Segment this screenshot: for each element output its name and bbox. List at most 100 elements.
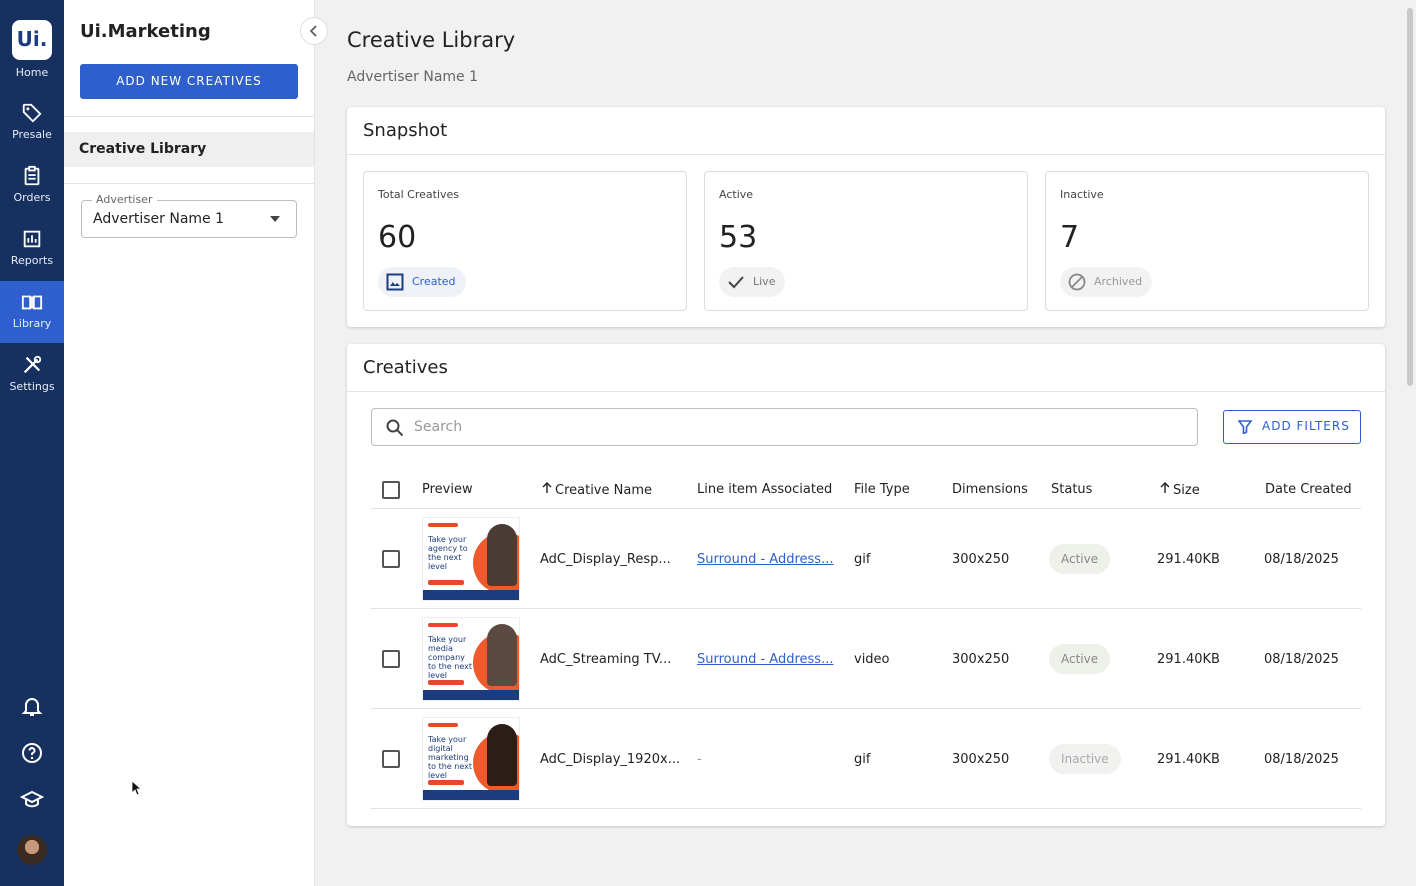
advertiser-select-label: Advertiser — [92, 193, 157, 206]
stat-chip-label: Created — [412, 275, 456, 288]
date-created: 08/18/2025 — [1264, 752, 1339, 767]
column-header-line-item: Line item Associated — [697, 482, 833, 497]
mouse-cursor-icon — [131, 780, 141, 796]
stat-chip: Live — [719, 267, 786, 297]
creative-name[interactable]: AdC_Streaming TV... — [540, 652, 671, 667]
row-divider — [371, 808, 1361, 809]
file-size: 291.40KB — [1157, 652, 1220, 667]
row-divider — [371, 708, 1361, 709]
creatives-title: Creatives — [363, 357, 448, 378]
thumb-footer — [423, 590, 519, 600]
secondary-sidebar: Ui.Marketing ADD NEW CREATIVES Creative … — [64, 0, 315, 886]
thumb-cta — [428, 780, 464, 785]
rail-item-label: Reports — [10, 254, 54, 267]
file-type: video — [854, 652, 890, 667]
thumb-cta — [428, 580, 464, 585]
thumb-brand — [428, 523, 458, 527]
dimensions: 300x250 — [952, 652, 1010, 667]
rail-item-label: Presale — [12, 128, 52, 141]
rail-item-reports[interactable]: Reports — [0, 222, 64, 284]
divider — [64, 116, 315, 117]
date-created: 08/18/2025 — [1264, 652, 1339, 667]
graduation-cap-icon[interactable] — [20, 788, 44, 812]
stat-label: Active — [719, 188, 754, 201]
creative-name[interactable]: AdC_Display_Resp... — [540, 552, 671, 567]
column-header-file-type: File Type — [854, 482, 910, 497]
chart-icon — [23, 230, 41, 248]
divider — [64, 183, 315, 184]
thumb-headline: Take your agency to the next level — [428, 535, 468, 571]
stat-card-active: Active 53 Live — [704, 171, 1028, 311]
thumb-footer — [423, 790, 519, 800]
image-icon — [386, 273, 404, 291]
clipboard-icon — [24, 165, 40, 186]
search-field[interactable] — [371, 408, 1198, 446]
search-icon — [386, 419, 404, 437]
thumb-headline: Take your digital marketing to the next … — [428, 735, 472, 780]
file-size: 291.40KB — [1157, 552, 1220, 567]
chevron-left-icon — [309, 25, 317, 37]
rail-item-orders[interactable]: Orders — [0, 159, 64, 221]
thumb-person — [487, 624, 517, 686]
app-rail: Ui. Home Presale Orders Reports Library … — [0, 0, 64, 886]
filter-icon — [1238, 420, 1252, 434]
thumb-person — [487, 724, 517, 786]
line-item-empty: - — [697, 752, 702, 767]
add-new-creatives-button[interactable]: ADD NEW CREATIVES — [80, 64, 298, 99]
column-header-creative-name[interactable]: Creative Name — [542, 482, 652, 498]
advertiser-select[interactable]: Advertiser Advertiser Name 1 — [81, 193, 297, 238]
sort-arrow-icon — [1160, 482, 1170, 493]
row-checkbox[interactable] — [382, 650, 400, 668]
page-scrollbar[interactable] — [1407, 8, 1413, 386]
stat-chip: Archived — [1060, 267, 1153, 297]
snapshot-header: Snapshot — [347, 107, 1385, 155]
stat-label: Inactive — [1060, 188, 1104, 201]
stat-value: 53 — [719, 220, 758, 255]
page-title: Creative Library — [347, 28, 516, 52]
collapse-sidebar-button[interactable] — [300, 17, 328, 45]
column-header-date-created: Date Created — [1265, 482, 1352, 497]
bell-icon[interactable] — [20, 694, 44, 718]
creative-name[interactable]: AdC_Display_1920x... — [540, 752, 680, 767]
stat-chip-label: Live — [753, 275, 776, 288]
creative-preview-thumbnail[interactable]: Take your media company to the next leve… — [422, 617, 520, 701]
thumb-headline: Take your media company to the next leve… — [428, 635, 472, 680]
stat-chip: Created — [378, 267, 466, 297]
sidebar-item-creative-library[interactable]: Creative Library — [64, 132, 314, 167]
column-header-label: Creative Name — [555, 483, 652, 498]
status-badge: Active — [1049, 544, 1111, 574]
rail-item-presale[interactable]: Presale — [0, 96, 64, 158]
app-title: Ui.Marketing — [80, 21, 211, 42]
creative-preview-thumbnail[interactable]: Take your agency to the next level — [422, 517, 520, 601]
file-type: gif — [854, 752, 871, 767]
select-all-checkbox[interactable] — [382, 481, 400, 499]
row-divider — [371, 508, 1361, 509]
status-badge: Active — [1049, 644, 1111, 674]
line-item-link[interactable]: Surround - Address... — [697, 552, 833, 567]
thumb-brand — [428, 723, 458, 727]
creatives-header: Creatives — [347, 344, 1385, 392]
dimensions: 300x250 — [952, 552, 1010, 567]
rail-item-settings[interactable]: Settings — [0, 348, 64, 410]
tag-icon — [22, 103, 42, 123]
rail-item-label: Library — [12, 317, 52, 330]
line-item-link[interactable]: Surround - Address... — [697, 652, 833, 667]
rail-item-home[interactable]: Home — [0, 66, 64, 94]
app-logo[interactable]: Ui. — [12, 20, 52, 60]
stat-value: 7 — [1060, 220, 1080, 255]
avatar[interactable] — [17, 835, 47, 865]
column-header-size[interactable]: Size — [1160, 482, 1200, 498]
file-size: 291.40KB — [1157, 752, 1220, 767]
search-input[interactable] — [414, 417, 1174, 437]
stat-value: 60 — [378, 220, 417, 255]
help-icon[interactable] — [20, 741, 44, 765]
creative-preview-thumbnail[interactable]: Take your digital marketing to the next … — [422, 717, 520, 801]
add-filters-button[interactable]: ADD FILTERS — [1223, 410, 1361, 444]
rail-item-label: Settings — [9, 380, 55, 393]
creatives-card: Creatives ADD FILTERS Preview Creative N… — [347, 344, 1385, 826]
row-checkbox[interactable] — [382, 750, 400, 768]
row-checkbox[interactable] — [382, 550, 400, 568]
row-divider — [371, 608, 1361, 609]
rail-item-label: Orders — [13, 191, 51, 204]
rail-item-library[interactable]: Library — [0, 281, 64, 343]
